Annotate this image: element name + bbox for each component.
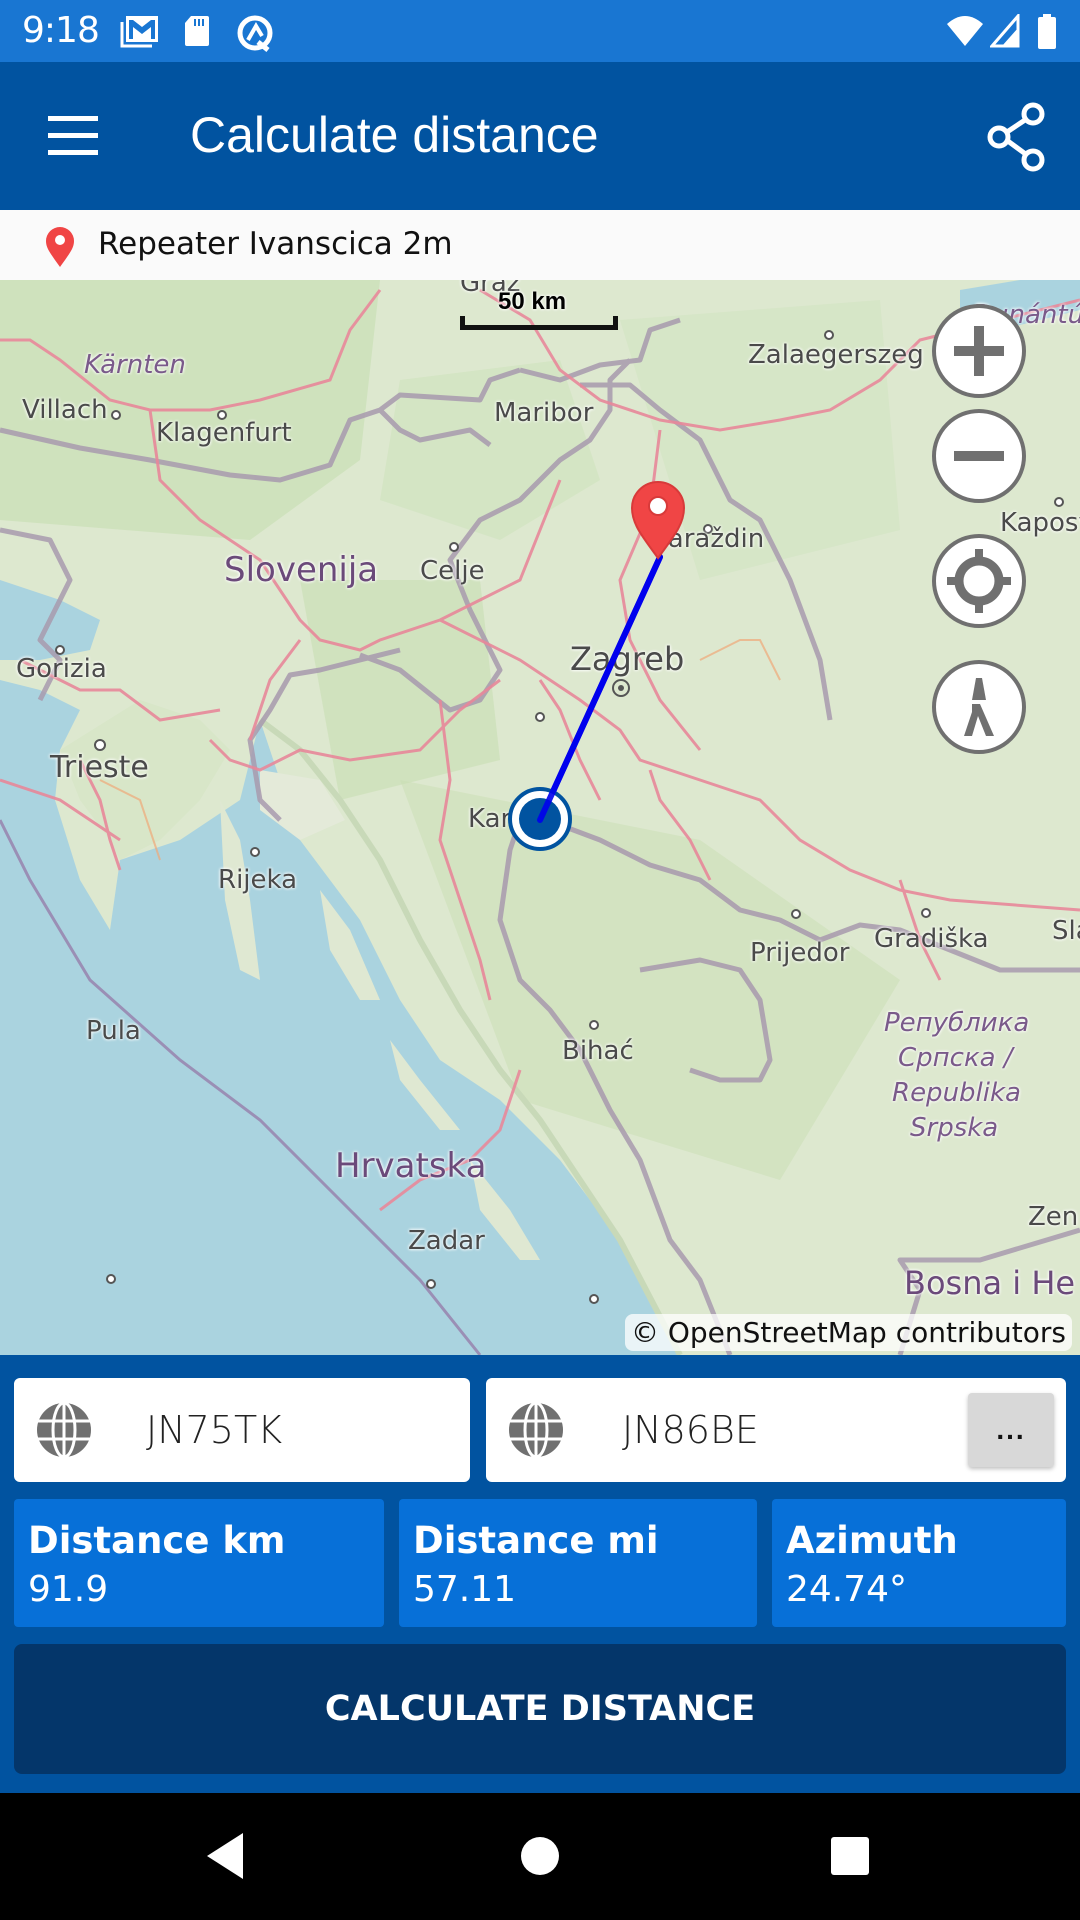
wifi-icon — [947, 16, 983, 46]
battery-icon — [1038, 14, 1056, 49]
share-icon[interactable] — [985, 102, 1049, 172]
hamburger-menu-icon[interactable] — [38, 108, 108, 164]
app-bar: Calculate distance — [0, 62, 1080, 210]
page-title: Calculate distance — [190, 107, 599, 163]
more-options-button[interactable]: ... — [968, 1393, 1054, 1467]
sync-icon — [237, 15, 273, 52]
stat-distance-km: Distance km 91.9 — [14, 1499, 384, 1627]
stat-value: 91.9 — [28, 1569, 109, 1610]
crosshair-icon — [947, 549, 1011, 613]
my-location-button[interactable] — [932, 534, 1026, 628]
stat-azimuth: Azimuth 24.74° — [772, 1499, 1066, 1627]
back-icon[interactable] — [185, 1823, 265, 1889]
zoom-in-button[interactable] — [932, 304, 1026, 398]
from-locator-value: JN75TK — [146, 1408, 283, 1452]
cell-signal-icon — [990, 14, 1020, 48]
minus-icon — [954, 451, 1004, 461]
globe-icon — [37, 1402, 91, 1458]
stat-value: 57.11 — [413, 1569, 517, 1610]
status-bar: 9:18 — [0, 0, 1080, 62]
sd-card-icon — [185, 16, 209, 46]
route-overlay — [508, 481, 686, 851]
system-nav-bar — [0, 1793, 1080, 1920]
compass-north-icon — [964, 678, 994, 736]
stat-distance-mi: Distance mi 57.11 — [399, 1499, 757, 1627]
stat-label: Distance km — [28, 1519, 286, 1562]
location-bar[interactable]: Repeater Ivanscica 2m — [0, 210, 1080, 280]
globe-icon — [509, 1402, 563, 1458]
stat-value: 24.74° — [786, 1569, 908, 1610]
stat-label: Azimuth — [786, 1519, 958, 1562]
from-locator-field[interactable]: JN75TK — [14, 1378, 470, 1482]
home-icon[interactable] — [500, 1823, 580, 1889]
compass-button[interactable] — [932, 660, 1026, 754]
map-pin-icon — [46, 227, 74, 267]
calculation-panel: JN75TK JN86BE ... Distance km 91.9 Dista… — [0, 1355, 1080, 1793]
recents-icon[interactable] — [810, 1823, 890, 1889]
calculate-distance-button[interactable]: CALCULATE DISTANCE — [14, 1644, 1066, 1774]
map-attribution[interactable]: © OpenStreetMap contributors — [624, 1314, 1072, 1351]
map-view[interactable]: Graz Kärnten Villach Klagenfurt Maribor … — [0, 280, 1080, 1355]
destination-pin-icon[interactable] — [630, 481, 686, 560]
stat-label: Distance mi — [413, 1519, 659, 1562]
to-locator-value: JN86BE — [622, 1408, 759, 1452]
selected-location-label: Repeater Ivanscica 2m — [98, 226, 453, 262]
gmail-icon — [120, 16, 158, 48]
plus-icon — [954, 326, 1004, 376]
zoom-out-button[interactable] — [932, 409, 1026, 503]
status-time: 9:18 — [22, 10, 100, 51]
